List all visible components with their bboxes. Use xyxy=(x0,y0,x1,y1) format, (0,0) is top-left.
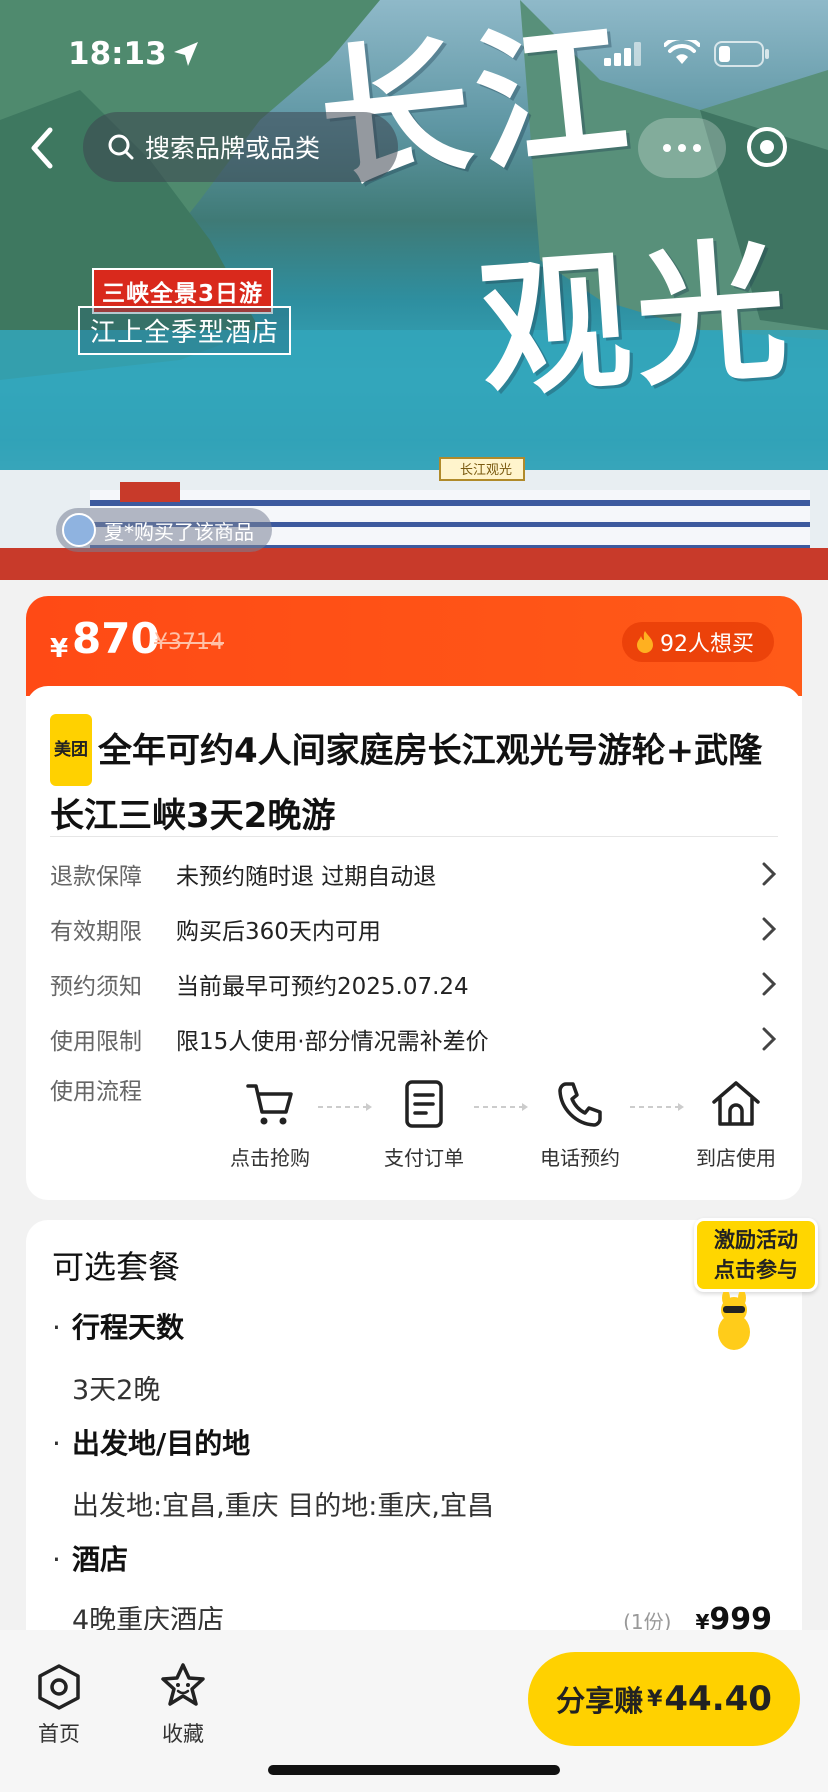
nav-home[interactable]: 首页 xyxy=(14,1660,104,1748)
share-amount: 44.40 xyxy=(664,1679,772,1719)
price-band: ¥ 870 ¥3714 92人想买 xyxy=(26,596,802,696)
current-price: 870 xyxy=(72,614,160,663)
location-arrow-icon xyxy=(174,42,198,66)
bullet-dot: · xyxy=(52,1427,61,1460)
status-time: 18:13 xyxy=(68,36,167,72)
product-title-block: 美团 全年可约4人间家庭房长江观光号游轮+武隆长江三峡3天2晚游 xyxy=(50,714,770,846)
flow-step-buy: 点击抢购 xyxy=(210,1076,330,1171)
promo-activity-badge[interactable]: 激励活动 点击参与 xyxy=(694,1218,818,1350)
info-label: 预约须知 xyxy=(50,974,142,1000)
package-options-card: 可选套餐 · 行程天数 3天2晚 · 出发地/目的地 出发地:宜昌,重庆 目的地:重… xyxy=(26,1220,802,1640)
home-indicator[interactable] xyxy=(268,1765,560,1775)
product-card: ¥ 870 ¥3714 92人想买 美团 全年可约4人间家庭房长江观光号游轮+武隆… xyxy=(26,596,802,1200)
flame-icon xyxy=(637,631,653,653)
brand-badge: 美团 xyxy=(50,714,92,786)
ship-sign: 长江观光 xyxy=(460,463,512,478)
nav-favorite[interactable]: 收藏 xyxy=(138,1660,228,1748)
info-row-validity[interactable]: 有效期限 购买后360天内可用 xyxy=(50,909,778,949)
info-label: 有效期限 xyxy=(50,919,142,945)
flow-step-label: 到店使用 xyxy=(696,1146,776,1170)
divider xyxy=(50,836,778,837)
share-prefix: 分享赚 xyxy=(556,1684,644,1718)
back-arrow-icon[interactable] xyxy=(18,120,66,176)
battery-icon xyxy=(714,41,769,67)
flow-step-label: 电话预约 xyxy=(540,1146,620,1170)
flow-step-call: 电话预约 xyxy=(520,1076,640,1171)
document-icon xyxy=(405,1080,443,1128)
search-placeholder: 搜索品牌或品类 xyxy=(145,134,321,163)
favorite-star-icon xyxy=(161,1663,205,1706)
chevron-right-icon xyxy=(762,972,777,996)
info-value: 当前最早可预约2025.07.24 xyxy=(176,974,469,1000)
info-label: 退款保障 xyxy=(50,864,142,890)
store-icon xyxy=(712,1081,760,1126)
buyer-notice-text: 夏*购买了该商品 xyxy=(104,519,254,544)
bullet-dot: · xyxy=(52,1311,61,1344)
status-bar: 18:13 xyxy=(0,0,828,110)
chevron-right-icon xyxy=(762,917,777,941)
nav-home-label: 首页 xyxy=(38,1722,80,1746)
hero-title-line2: 观光 xyxy=(474,221,798,419)
sub-title-text: 出发地/目的地 xyxy=(72,1427,251,1460)
promo-line1: 激励活动 xyxy=(714,1228,798,1252)
recent-buyer-notice: 夏*购买了该商品 xyxy=(56,508,272,552)
cart-icon xyxy=(246,1084,293,1125)
flow-step-pay: 支付订单 xyxy=(364,1076,484,1171)
bullet-dot: · xyxy=(52,1543,61,1576)
info-row-limits[interactable]: 使用限制 限15人使用·部分情况需补差价 xyxy=(50,1019,778,1059)
flow-step-visit: 到店使用 xyxy=(676,1076,796,1171)
want-count-text: 92人想买 xyxy=(660,632,754,657)
info-label: 使用限制 xyxy=(50,1029,142,1055)
buyer-avatar xyxy=(62,513,96,547)
more-options-button[interactable] xyxy=(638,118,726,178)
package-sub-title: · 出发地/目的地 xyxy=(52,1422,250,1462)
wifi-icon xyxy=(664,40,700,64)
flow-step-label: 支付订单 xyxy=(384,1146,464,1170)
hero-banner[interactable]: 长江 观光 三峡全景3日游 江上全季型酒店 长江观光 夏*购买了该商品 18:1… xyxy=(0,0,828,580)
package-option-value[interactable]: 出发地:宜昌,重庆 目的地:重庆,宜昌 xyxy=(72,1484,494,1523)
package-option-value[interactable]: 3天2晚 xyxy=(72,1368,160,1407)
info-value: 限15人使用·部分情况需补差价 xyxy=(176,1029,489,1055)
promo-box: 激励活动 点击参与 xyxy=(694,1218,818,1292)
price-currency: ¥ xyxy=(50,634,69,664)
kangaroo-mascot-icon xyxy=(718,1292,758,1350)
phone-icon xyxy=(558,1082,602,1127)
chevron-right-icon xyxy=(762,862,777,886)
package-sub-title: · 酒店 xyxy=(52,1538,128,1578)
package-sub-title: · 行程天数 xyxy=(52,1306,184,1346)
hero-tag-hotel: 江上全季型酒店 xyxy=(78,306,292,355)
more-dot-icon xyxy=(693,144,701,152)
more-dot-icon xyxy=(663,144,671,152)
bottom-action-bar: 首页 收藏 分享赚 ¥ 44.40 xyxy=(0,1630,828,1792)
promo-line2: 点击参与 xyxy=(714,1258,798,1282)
sub-title-text: 酒店 xyxy=(72,1543,129,1576)
want-count-badge: 92人想买 xyxy=(622,622,774,662)
search-icon xyxy=(108,134,134,160)
share-currency: ¥ xyxy=(647,1686,663,1712)
product-title: 全年可约4人间家庭房长江观光号游轮+武隆长江三峡3天2晚游 xyxy=(50,731,763,836)
home-icon xyxy=(38,1664,80,1710)
info-row-booking[interactable]: 预约须知 当前最早可预约2025.07.24 xyxy=(50,964,778,1004)
package-section-title: 可选套餐 xyxy=(52,1248,181,1286)
sub-title-text: 行程天数 xyxy=(72,1311,185,1344)
info-value: 购买后360天内可用 xyxy=(176,919,381,945)
info-row-refund[interactable]: 退款保障 未预约随时退 过期自动退 xyxy=(50,854,778,894)
share-earn-button[interactable]: 分享赚 ¥ 44.40 xyxy=(528,1652,800,1746)
more-dot-icon xyxy=(678,144,686,152)
nav-favorite-label: 收藏 xyxy=(162,1722,204,1746)
flow-step-label: 点击抢购 xyxy=(230,1146,310,1170)
chevron-right-icon xyxy=(762,1027,777,1051)
cellular-signal-icon xyxy=(604,42,641,66)
close-target-icon[interactable] xyxy=(744,124,790,170)
search-input[interactable]: 搜索品牌或品类 xyxy=(83,112,398,182)
flow-label: 使用流程 xyxy=(50,1079,142,1105)
original-price: ¥3714 xyxy=(154,630,224,655)
ship-sign-text: 长江观光 xyxy=(460,463,512,478)
info-value: 未预约随时退 过期自动退 xyxy=(176,864,437,890)
